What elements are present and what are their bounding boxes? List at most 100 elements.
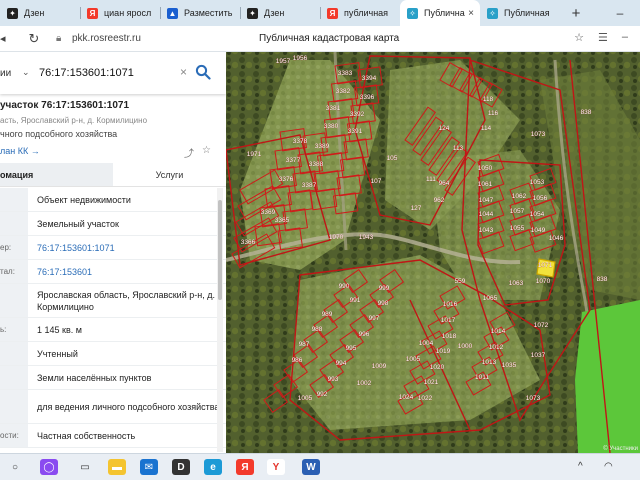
parcel-label[interactable]: 1043 [479, 227, 494, 234]
parcel-label[interactable]: 1016 [443, 301, 458, 308]
parcel-label[interactable]: 3381 [326, 105, 341, 112]
chevron-down-icon[interactable]: ⌄ [22, 67, 30, 78]
parcel-label[interactable]: 1021 [424, 379, 439, 386]
plan-link[interactable]: лан КК → [0, 146, 40, 156]
parcel-label[interactable]: 1063 [509, 280, 524, 287]
parcel-label[interactable]: 995 [345, 345, 357, 352]
parcel-label[interactable]: 1012 [489, 344, 504, 351]
parcel-label[interactable]: 3396 [360, 94, 375, 101]
parcel-label[interactable]: 964 [438, 180, 450, 187]
parcel-label[interactable]: 105 [386, 155, 398, 162]
parcel-label[interactable]: 989 [321, 311, 333, 318]
parcel-label[interactable]: 1046 [549, 235, 564, 242]
parcel-label[interactable]: 1044 [479, 211, 494, 218]
back-icon[interactable]: ◂ [0, 32, 12, 45]
tab-services[interactable]: Услуги [113, 163, 226, 186]
parcel-label[interactable]: 997 [368, 315, 380, 322]
yandex-icon[interactable]: Я [236, 459, 254, 475]
share-icon[interactable]: ⤴︎ [184, 145, 194, 160]
parcel-label[interactable]: 1056 [533, 195, 548, 202]
search-input[interactable]: 76:17:153601:1071 [39, 67, 134, 79]
map-canvas[interactable]: 3383 3394 3382 3396 3381 3392 3380 3391 3378 3389… [226, 52, 640, 453]
parcel-label[interactable]: 559 [454, 278, 466, 285]
parcel-label[interactable]: 991 [349, 297, 361, 304]
reload-icon[interactable]: ↻ [26, 31, 42, 47]
parcel-label[interactable]: 992 [316, 391, 328, 398]
parcel-label[interactable]: 3380 [324, 123, 339, 130]
browser-tab[interactable]: ✦ Дзен [240, 0, 320, 26]
search-icon[interactable]: ○ [6, 459, 24, 475]
browser-tab[interactable]: ✦ Дзен [0, 0, 80, 26]
word-icon[interactable]: W [302, 459, 320, 475]
parcel-label[interactable]: 1943 [359, 234, 374, 241]
browser-tab[interactable]: ✧ Публична × [400, 0, 480, 26]
parcel-label[interactable]: 1013 [482, 359, 497, 366]
minimize-icon[interactable]: – [622, 31, 628, 44]
parcel-label[interactable]: 3389 [315, 143, 330, 150]
parcel-label[interactable]: 1054 [530, 211, 545, 218]
parcel-label[interactable]: 1014 [491, 328, 506, 335]
parcel-label[interactable]: 1061 [478, 181, 493, 188]
attribute-link[interactable]: 76:17:153601 [28, 260, 226, 283]
parcel-label[interactable]: 1024 [399, 394, 414, 401]
parcel-label[interactable]: 1062 [512, 193, 527, 200]
parcel-label[interactable]: 987 [298, 341, 310, 348]
parcel-label[interactable]: 1002 [357, 380, 372, 387]
clear-icon[interactable]: × [180, 65, 187, 79]
parcel-label[interactable]: 988 [311, 326, 323, 333]
tab-information[interactable]: омация [0, 163, 113, 186]
parcel-label[interactable]: 1050 [478, 165, 493, 172]
parcel-label[interactable]: 3394 [362, 75, 377, 82]
parcel-label[interactable]: 1011 [475, 374, 490, 381]
close-tab-icon[interactable]: × [468, 8, 474, 19]
favorite-star-icon[interactable]: ☆ [202, 145, 211, 160]
parcel-label[interactable]: 1073 [531, 131, 546, 138]
tray-chevron-icon[interactable]: ^ [578, 461, 583, 472]
parcel-label[interactable]: 838 [580, 109, 592, 116]
browser-tab[interactable]: Яциан яросл [80, 0, 160, 26]
attribute-link[interactable]: 76:17:153601:1071 [28, 236, 226, 259]
parcel-label[interactable]: 107 [370, 178, 382, 185]
parcel-label[interactable]: 1047 [479, 197, 494, 204]
search-icon[interactable] [195, 64, 211, 80]
parcel-label[interactable]: 1065 [483, 295, 498, 302]
browser-tab[interactable]: Япубличная [320, 0, 400, 26]
parcel-label[interactable]: 1000 [458, 343, 473, 350]
parcel-label[interactable]: 1073 [526, 395, 541, 402]
parcel-label[interactable]: 1957 [276, 58, 291, 65]
parcel-label[interactable]: 1005 [298, 395, 313, 402]
parcel-label[interactable]: 998 [377, 300, 389, 307]
parcel-label[interactable]: 118 [483, 96, 494, 103]
parcel-label[interactable]: 1018 [442, 333, 457, 340]
parcel-label[interactable]: 1004 [419, 340, 434, 347]
parcel-label[interactable]: 1971 [247, 151, 262, 158]
cortana-icon[interactable]: ◯ [40, 459, 58, 475]
parcel-label[interactable]: 116 [488, 110, 499, 117]
parcel-label[interactable]: 1022 [418, 395, 433, 402]
parcel-label[interactable]: 993 [327, 376, 339, 383]
parcel-label[interactable]: 996 [358, 331, 370, 338]
browser-tab[interactable]: ✧ Публичная [480, 0, 560, 26]
parcel-label[interactable]: 3377 [286, 157, 301, 164]
parcel-label[interactable]: 1053 [530, 179, 545, 186]
parcel-label[interactable]: 3383 [338, 70, 353, 77]
parcel-label[interactable]: 3369 [261, 209, 276, 216]
parcel-label[interactable]: 3388 [309, 161, 324, 168]
parcel-label[interactable]: 114 [481, 125, 492, 132]
yandex-browser-icon[interactable]: Y [267, 459, 285, 475]
parcel-label[interactable]: 111 [426, 176, 437, 183]
parcel-label[interactable]: 3392 [350, 111, 365, 118]
wifi-icon[interactable]: ◠ [604, 461, 613, 472]
parcel-label[interactable]: 1049 [531, 227, 546, 234]
parcel-label[interactable]: 1035 [502, 362, 517, 369]
parcel-label[interactable]: 3365 [275, 217, 290, 224]
url-field[interactable]: pkk.rosreestr.ru [72, 33, 212, 44]
parcel-label[interactable]: 838 [596, 276, 608, 283]
parcel-label[interactable]: 1956 [293, 55, 308, 62]
edge-icon[interactable]: e [204, 459, 222, 475]
parcel-label[interactable]: 994 [335, 360, 347, 367]
parcel-label[interactable]: 3378 [293, 138, 308, 145]
parcel-label[interactable]: 1019 [436, 348, 451, 355]
parcel-label[interactable]: 1055 [510, 225, 525, 232]
mail-icon[interactable]: ✉ [140, 459, 158, 475]
